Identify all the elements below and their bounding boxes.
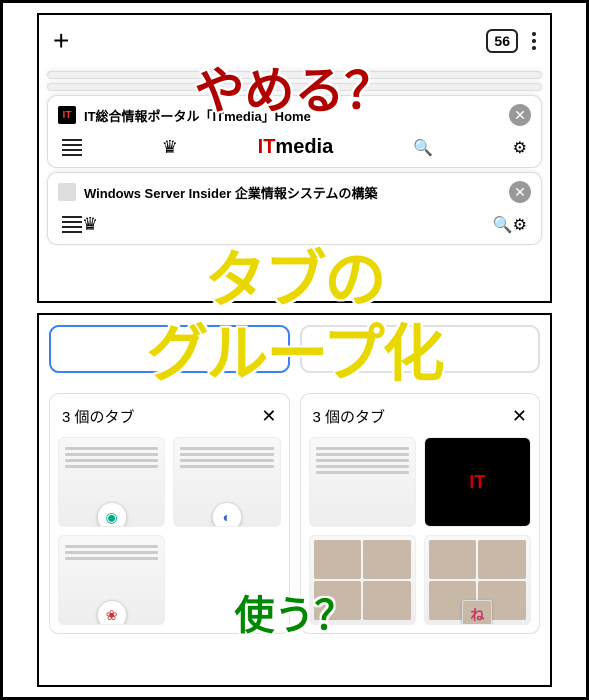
tab-count-badge[interactable]: 56 [486,29,518,53]
tab-thumbnail[interactable]: ❀ [58,535,165,625]
menu-button[interactable] [532,32,536,50]
tab-thumbnail[interactable] [309,437,416,527]
tab-thumbnail[interactable]: ね [424,535,531,625]
group-title: 3 個のタブ [62,406,135,427]
close-group-button[interactable]: ✕ [512,406,527,427]
group-header: 3 個のタブ ✕ [309,402,532,437]
tab-thumbnail[interactable]: IT [424,437,531,527]
crown-icon[interactable]: ♛ [162,137,178,158]
overlay-yameru: やめる？ [195,51,395,123]
search-icon[interactable]: 🔍 [493,215,513,235]
tab-header: Windows Server Insider 企業情報システムの構築 ✕ [58,181,531,203]
close-group-button[interactable]: ✕ [261,406,276,427]
favicon-generic [58,183,76,201]
overlay-tsukau: 使う？ [235,583,355,641]
group-title: 3 個のタブ [313,406,386,427]
toolbar-right: 56 [486,29,536,53]
tab-thumbnail[interactable]: ◉ [58,437,165,527]
new-tab-button[interactable]: + [53,25,69,57]
close-tab-button[interactable]: ✕ [509,104,531,126]
tab-thumbnail[interactable]: ◐ [173,437,280,527]
search-icon[interactable]: 🔍 [413,138,433,158]
hamburger-icon[interactable] [62,213,82,236]
group-header: 3 個のタブ ✕ [58,402,281,437]
itmedia-logo: ITmedia [258,136,334,159]
favicon-itmedia: IT [58,106,76,124]
close-tab-button[interactable]: ✕ [509,181,531,203]
crown-icon[interactable]: ♛ [82,214,98,235]
tab-preview: ♛ ITmedia 🔍 ⚙ [58,126,531,159]
thumb-favicon: ね [462,600,492,625]
hamburger-icon[interactable] [62,136,82,159]
thumb-favicon: ◐ [212,502,242,527]
settings-icon[interactable]: ⚙ [513,215,527,235]
tab-title: Windows Server Insider 企業情報システムの構築 [84,183,501,202]
settings-icon[interactable]: ⚙ [513,138,527,158]
overlay-group: グループ化 [146,303,442,393]
thumb-favicon: ◉ [97,502,127,527]
thumb-favicon: ❀ [97,600,127,625]
it-logo-icon: IT [469,472,485,493]
